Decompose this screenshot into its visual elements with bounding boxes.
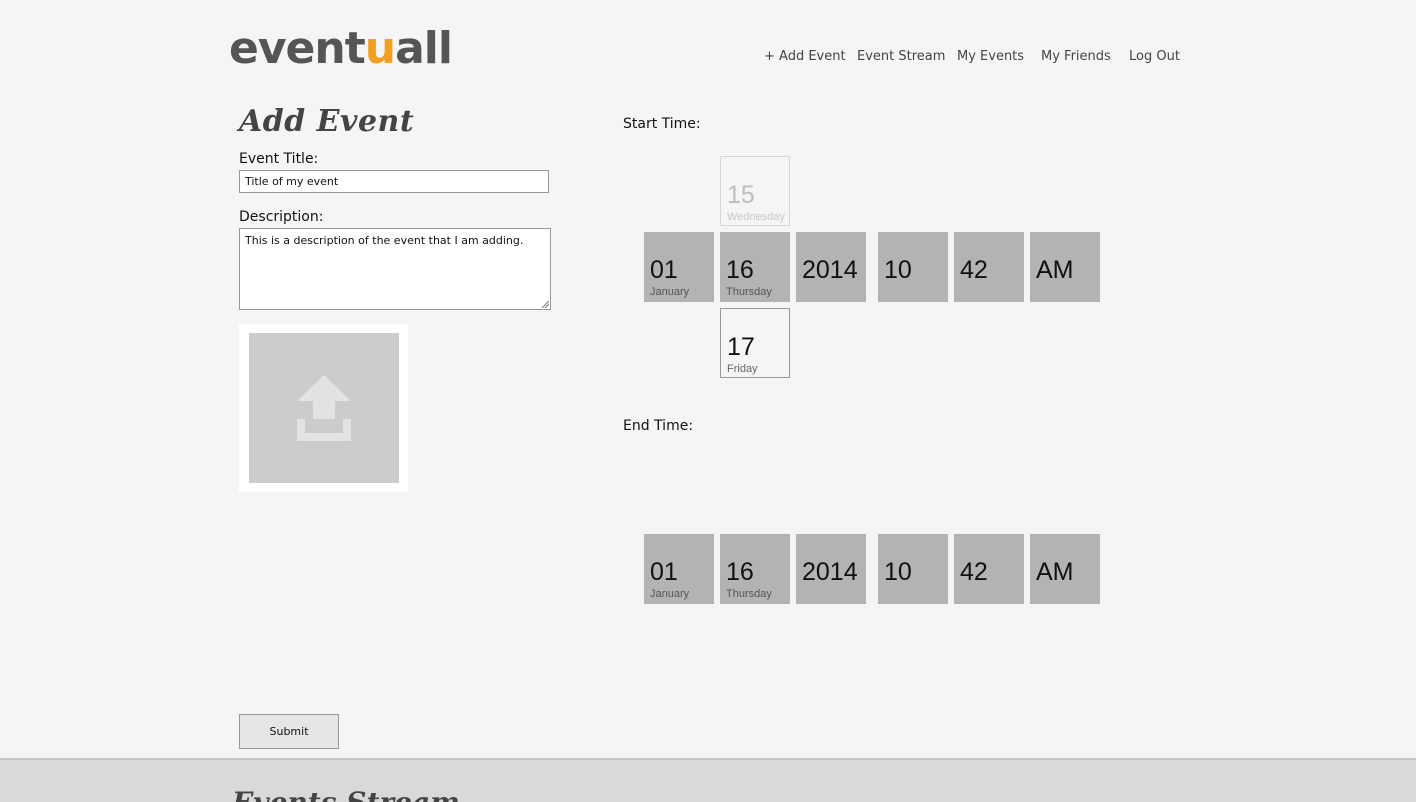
event-title-input[interactable]	[239, 170, 549, 193]
nav-event-stream[interactable]: Event Stream	[857, 49, 945, 64]
upload-icon	[297, 375, 351, 441]
start-day-prev-option[interactable]: 15 Wednesday	[720, 156, 790, 226]
start-month-picker[interactable]: 01 January	[644, 232, 714, 302]
start-day-prev-number: 15	[727, 181, 755, 209]
nav-add-event[interactable]: + Add Event	[764, 49, 846, 64]
start-hour-value: 10	[884, 256, 912, 284]
description-label: Description:	[239, 209, 324, 225]
start-ampm-picker[interactable]: AM	[1030, 232, 1100, 302]
start-month-number: 01	[650, 256, 678, 284]
end-year-value: 2014	[802, 558, 858, 586]
end-day-picker[interactable]: 16 Thursday	[720, 534, 790, 604]
end-minute-picker[interactable]: 42	[954, 534, 1024, 604]
start-minute-picker[interactable]: 42	[954, 232, 1024, 302]
start-month-name: January	[650, 286, 690, 298]
end-hour-picker[interactable]: 10	[878, 534, 948, 604]
end-minute-value: 42	[960, 558, 988, 586]
end-day-number: 16	[726, 558, 754, 586]
end-ampm-value: AM	[1036, 558, 1074, 586]
start-day-picker[interactable]: 16 Thursday	[720, 232, 790, 302]
start-day-weekday: Thursday	[726, 286, 772, 298]
end-month-name: January	[650, 588, 690, 600]
nav-log-out[interactable]: Log Out	[1129, 49, 1180, 64]
image-upload-button[interactable]	[249, 333, 399, 483]
end-month-picker[interactable]: 01 January	[644, 534, 714, 604]
description-textarea[interactable]: This is a description of the event that …	[239, 228, 551, 310]
start-time-label: Start Time:	[623, 116, 701, 132]
end-year-picker[interactable]: 2014	[796, 534, 866, 604]
end-time-label: End Time:	[623, 418, 694, 434]
start-day-prev-weekday: Wednesday	[727, 211, 785, 223]
main-nav: + Add Event Event Stream My Events My Fr…	[0, 49, 1416, 69]
events-stream-section: Events Stream	[0, 758, 1416, 802]
start-year-value: 2014	[802, 256, 858, 284]
start-ampm-value: AM	[1036, 256, 1074, 284]
end-day-weekday: Thursday	[726, 588, 772, 600]
end-ampm-picker[interactable]: AM	[1030, 534, 1100, 604]
start-year-picker[interactable]: 2014	[796, 232, 866, 302]
start-day-number: 16	[726, 256, 754, 284]
start-day-next-option[interactable]: 17 Friday	[720, 308, 790, 378]
start-hour-picker[interactable]: 10	[878, 232, 948, 302]
resize-grip-icon[interactable]	[541, 300, 549, 308]
event-title-label: Event Title:	[239, 151, 319, 167]
image-upload-frame	[239, 324, 408, 492]
start-day-next-weekday: Friday	[727, 363, 758, 375]
events-stream-heading: Events Stream	[232, 786, 460, 802]
start-day-next-number: 17	[727, 333, 755, 361]
nav-my-friends[interactable]: My Friends	[1041, 49, 1111, 64]
start-minute-value: 42	[960, 256, 988, 284]
end-hour-value: 10	[884, 558, 912, 586]
end-month-number: 01	[650, 558, 678, 586]
submit-button[interactable]: Submit	[239, 714, 339, 749]
page-title: Add Event	[239, 104, 415, 139]
page: eventuall + Add Event Event Stream My Ev…	[0, 0, 1416, 802]
nav-my-events[interactable]: My Events	[957, 49, 1024, 64]
